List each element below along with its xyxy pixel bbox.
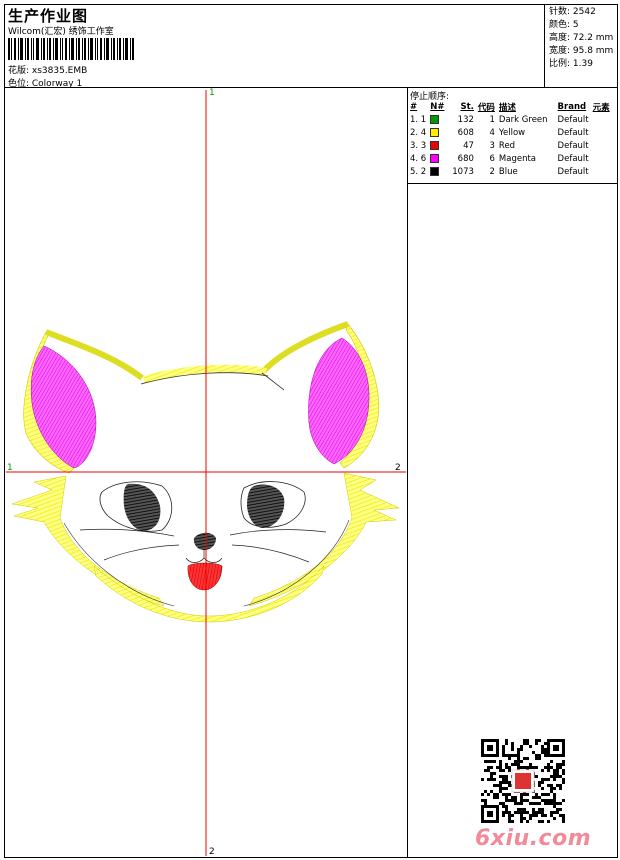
- color-swatch: [428, 113, 446, 126]
- header: 生产作业图 Wilcom(汇宏) 绣饰工作室 花版: xs3835.EMB 色位…: [4, 4, 618, 89]
- thread-color-swatch: [430, 114, 440, 124]
- stitch-count: 132: [457, 114, 474, 125]
- stop-num: 3. 3: [410, 140, 427, 151]
- design-stats: 针数: 2542 颜色: 5 高度: 72.2 mm 宽度: 95.8 mm 比…: [544, 4, 618, 88]
- color-swatch: [428, 139, 446, 152]
- element-cell: [591, 113, 612, 126]
- design-width: 宽度: 95.8 mm: [549, 46, 614, 56]
- col-desc: 描述: [498, 102, 516, 113]
- table-row: 2. 4 608 4 Yellow Default: [408, 126, 612, 139]
- thread-color-swatch: [430, 127, 440, 137]
- barcode: [8, 38, 134, 60]
- axis-label-right: 2: [395, 463, 401, 473]
- element-cell: [591, 139, 612, 152]
- stop-sequence-panel: 停止顺序: # N# St. 代码 描述 Brand 元素 1. 1 132 1 Da…: [408, 88, 618, 184]
- design-scale: 比例: 1.39: [549, 59, 593, 69]
- watermark-logo: 6xiu.com: [475, 826, 592, 851]
- qr-logo-seal: [515, 773, 531, 789]
- stop-num: 4. 6: [410, 153, 427, 164]
- studio-name: Wilcom(汇宏) 绣饰工作室: [8, 27, 114, 37]
- col-element: 元素: [592, 102, 610, 113]
- brand-name: Default: [557, 140, 589, 151]
- brand-name: Default: [557, 166, 589, 177]
- table-header-row: # N# St. 代码 描述 Brand 元素: [408, 100, 612, 113]
- tongue: [187, 562, 223, 591]
- design-preview: 1 2 1 2: [4, 88, 408, 858]
- stitch-count: 47: [463, 140, 474, 151]
- thread-color-swatch: [430, 166, 440, 176]
- brand-name: Default: [557, 114, 589, 125]
- right-eye: [247, 484, 285, 528]
- color-code: 2: [489, 166, 495, 177]
- stop-num: 2. 4: [410, 127, 427, 138]
- thread-color-swatch: [430, 140, 440, 150]
- stitch-count: 1073: [452, 166, 474, 177]
- element-cell: [591, 152, 612, 165]
- brand-name: Default: [557, 153, 589, 164]
- color-desc: Magenta: [498, 153, 537, 164]
- color-code: 6: [489, 153, 495, 164]
- color-swatch: [428, 126, 446, 139]
- color-code: 1: [489, 114, 495, 125]
- color-count: 颜色: 5: [549, 20, 579, 30]
- color-swatch: [428, 152, 446, 165]
- axis-label-bottom: 2: [209, 847, 215, 857]
- color-code: 4: [489, 127, 495, 138]
- table-row: 5. 2 1073 2 Blue Default: [408, 165, 612, 178]
- col-brand: Brand: [557, 101, 587, 112]
- col-code: 代码: [477, 102, 495, 113]
- color-desc: Dark Green: [498, 114, 548, 125]
- stop-num: 5. 2: [410, 166, 427, 177]
- element-cell: [591, 126, 612, 139]
- axis-label-left: 1: [7, 463, 13, 473]
- stitch-count: 针数: 2542: [549, 7, 596, 17]
- table-row: 3. 3 47 3 Red Default: [408, 139, 612, 152]
- color-swatch: [428, 165, 446, 178]
- table-row: 1. 1 132 1 Dark Green Default: [408, 113, 612, 126]
- stitch-count: 608: [457, 127, 474, 138]
- col-num: #: [410, 101, 418, 112]
- color-code: 3: [489, 140, 495, 151]
- axis-label-top: 1: [209, 88, 215, 98]
- element-cell: [591, 165, 612, 178]
- col-stitches: St.: [460, 101, 474, 112]
- left-eye: [123, 483, 161, 531]
- qr-code: [480, 738, 566, 824]
- page-title: 生产作业图: [8, 7, 89, 25]
- col-n-num: N#: [430, 101, 445, 112]
- head-top: [142, 364, 267, 384]
- stop-sequence-table: # N# St. 代码 描述 Brand 元素 1. 1 132 1 Dark Gre…: [408, 100, 612, 178]
- table-row: 4. 6 680 6 Magenta Default: [408, 152, 612, 165]
- color-desc: Red: [498, 140, 516, 151]
- cat-embroidery: [6, 90, 406, 856]
- stop-num: 1. 1: [410, 114, 427, 125]
- pattern-file: 花版: xs3835.EMB: [8, 66, 88, 76]
- color-desc: Yellow: [498, 127, 526, 138]
- thread-color-swatch: [430, 153, 440, 163]
- stitch-count: 680: [457, 153, 474, 164]
- brand-name: Default: [557, 127, 589, 138]
- color-desc: Blue: [498, 166, 518, 177]
- design-height: 高度: 72.2 mm: [549, 33, 614, 43]
- nose: [193, 532, 216, 550]
